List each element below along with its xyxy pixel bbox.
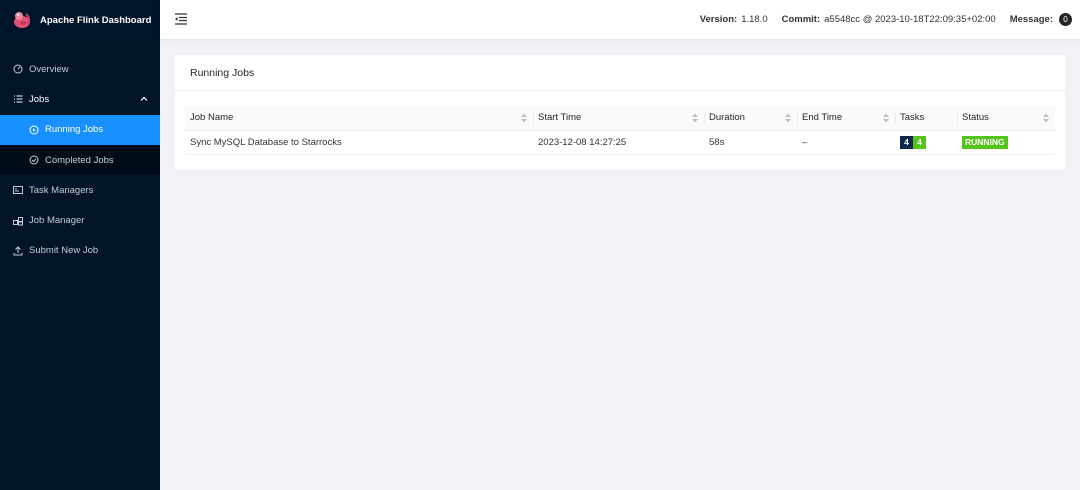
chevron-up-icon — [140, 94, 148, 105]
sidebar: Apache Flink Dashboard Overview Jobs Run… — [0, 0, 160, 490]
sort-icon[interactable] — [692, 113, 698, 123]
tasks-total-badge: 4 — [900, 135, 913, 149]
sidebar-item-job-manager[interactable]: Job Manager — [0, 205, 160, 235]
commit-value: a5548cc @ 2023-10-18T22:09:35+02:00 — [824, 14, 996, 25]
list-icon — [12, 94, 23, 105]
sidebar-item-label: Running Jobs — [45, 124, 104, 136]
menu-fold-icon[interactable] — [174, 12, 188, 26]
sidebar-item-label: Task Managers — [29, 184, 94, 196]
running-jobs-table: Job Name Start Time Duration End Time Ta… — [185, 106, 1055, 155]
cluster-icon — [12, 215, 23, 226]
commit-info: Commit: a5548cc @ 2023-10-18T22:09:35+02… — [782, 14, 996, 25]
running-jobs-card: Running Jobs Job Name Start Time Duratio… — [175, 55, 1065, 170]
tasks-running-badge: 4 — [913, 135, 926, 149]
sidebar-item-running-jobs[interactable]: Running Jobs — [0, 114, 160, 145]
play-circle-icon — [28, 124, 39, 135]
table-header-row: Job Name Start Time Duration End Time Ta… — [185, 106, 1055, 131]
flink-logo-icon — [14, 12, 31, 28]
sidebar-item-completed-jobs[interactable]: Completed Jobs — [0, 144, 160, 176]
message-count-badge[interactable]: 0 — [1059, 13, 1072, 26]
version-label: Version: — [699, 14, 738, 25]
sidebar-item-task-managers[interactable]: Task Managers — [0, 175, 160, 205]
sidebar-item-submit-new-job[interactable]: Submit New Job — [0, 236, 160, 266]
column-header-status[interactable]: Status — [957, 106, 1055, 131]
status-cell: RUNNING — [957, 130, 1055, 155]
column-header-end-time[interactable]: End Time — [797, 106, 895, 131]
start-time-cell: 2023-12-08 14:27:25 — [533, 130, 704, 155]
column-header-start-time[interactable]: Start Time — [533, 106, 704, 131]
version-value: 1.18.0 — [741, 14, 768, 25]
sort-icon[interactable] — [883, 113, 889, 123]
sidebar-menu: Overview Jobs Running Jobs Completed Job… — [0, 54, 160, 266]
dashboard-icon — [12, 64, 23, 75]
sort-icon[interactable] — [1043, 113, 1049, 123]
check-circle-icon — [28, 155, 39, 166]
top-header: Version: 1.18.0 Commit: a5548cc @ 2023-1… — [160, 0, 1080, 39]
sidebar-item-jobs[interactable]: Jobs — [0, 84, 160, 114]
sidebar-item-label: Submit New Job — [29, 245, 99, 257]
upload-icon — [12, 245, 23, 256]
job-name-cell[interactable]: Sync MySQL Database to Starrocks — [185, 130, 533, 155]
end-time-cell: – — [797, 130, 895, 155]
message-info[interactable]: Message: 0 — [1010, 13, 1072, 26]
message-label: Message: — [1009, 14, 1053, 25]
column-header-duration[interactable]: Duration — [704, 106, 797, 131]
task-manager-icon — [12, 185, 23, 196]
sort-icon[interactable] — [521, 113, 527, 123]
column-header-tasks: Tasks — [895, 106, 957, 131]
card-title: Running Jobs — [175, 55, 1065, 91]
sidebar-item-label: Overview — [29, 63, 69, 75]
tasks-cell: 44 — [895, 130, 957, 155]
app-title: Apache Flink Dashboard — [40, 14, 152, 26]
sidebar-item-label: Job Manager — [29, 215, 85, 227]
header-info: Version: 1.18.0 Commit: a5548cc @ 2023-1… — [686, 0, 1072, 39]
commit-label: Commit: — [781, 14, 821, 25]
sidebar-item-overview[interactable]: Overview — [0, 54, 160, 84]
column-header-job-name[interactable]: Job Name — [185, 106, 533, 131]
version-info: Version: 1.18.0 — [700, 14, 768, 25]
status-badge: RUNNING — [962, 135, 1008, 149]
sidebar-item-label: Jobs — [29, 93, 50, 105]
table-row[interactable]: Sync MySQL Database to Starrocks 2023-12… — [185, 130, 1055, 155]
duration-cell: 58s — [704, 130, 797, 155]
app-logo[interactable]: Apache Flink Dashboard — [0, 0, 160, 40]
sort-icon[interactable] — [785, 113, 791, 123]
sidebar-item-label: Completed Jobs — [45, 154, 114, 166]
